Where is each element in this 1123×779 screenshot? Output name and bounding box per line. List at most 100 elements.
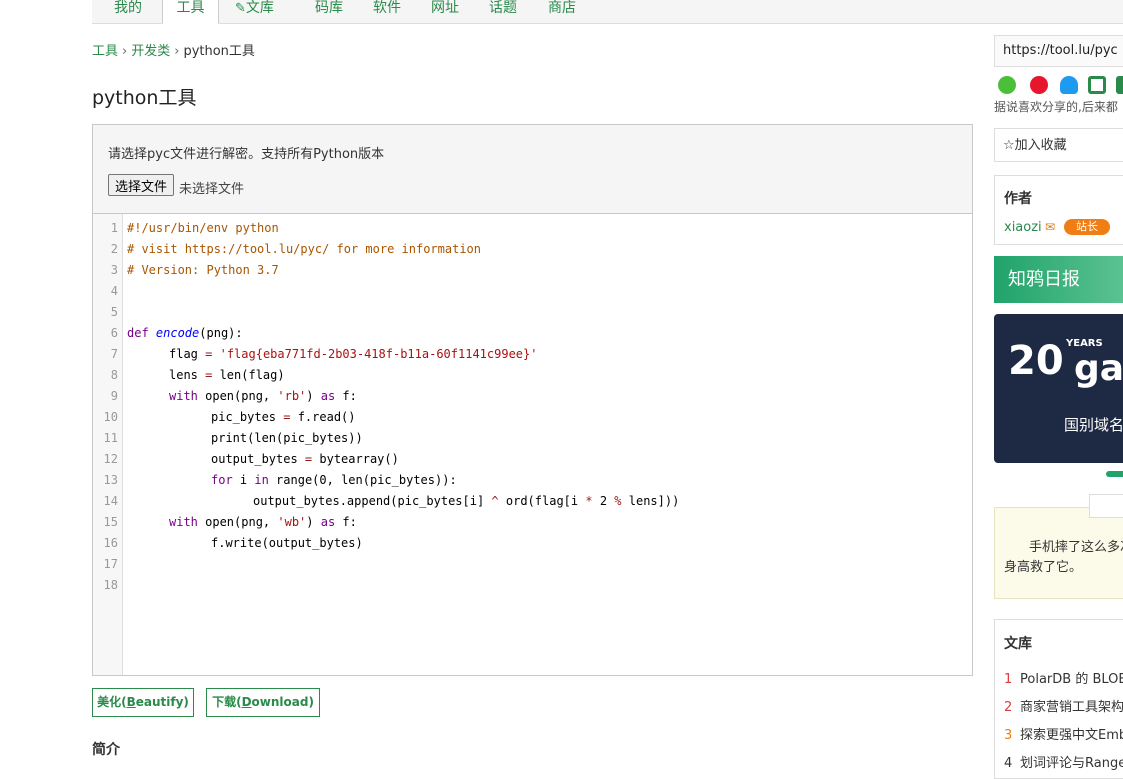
carousel-indicator[interactable]	[1106, 471, 1123, 477]
line-number: 4	[110, 284, 118, 298]
weibo-icon[interactable]	[1030, 76, 1048, 94]
library-item[interactable]: 3 探索更强中文Emb	[1004, 724, 1123, 743]
quote-line-1: 手机摔了这么多次	[1029, 540, 1123, 555]
code-line: with open(png, 'wb') as f:	[169, 512, 357, 533]
download-button[interactable]: 下载(Download)	[206, 688, 320, 717]
wechat-icon[interactable]	[998, 76, 1016, 94]
breadcrumb-tools[interactable]: 工具	[92, 44, 118, 59]
code-token: 'rb'	[277, 389, 307, 403]
library-item-number: 4	[1004, 756, 1013, 771]
ad-brand: ga	[1074, 348, 1123, 389]
code-token: print(len(pic_bytes))	[211, 431, 363, 445]
nav-item-sites[interactable]: 网址	[431, 0, 459, 23]
code-token: pic_bytes	[211, 410, 284, 424]
upload-hint: 请选择pyc文件进行解密。支持所有Python版本	[108, 147, 385, 162]
code-token: encode	[155, 326, 200, 340]
code-token: )	[306, 389, 321, 403]
author-name[interactable]: xiaozi	[1004, 220, 1042, 235]
code-token: (png):	[199, 326, 243, 340]
code-token: i	[239, 473, 255, 487]
code-line: print(len(pic_bytes))	[211, 428, 363, 449]
top-nav: 我的 工具 ✎文库 码库 软件 网址 话题 商店	[92, 0, 1123, 24]
line-number: 1	[110, 221, 118, 235]
library-heading: 文库	[1004, 636, 1032, 652]
code-token: f.read()	[290, 410, 356, 424]
code-line: with open(png, 'rb') as f:	[169, 386, 357, 407]
line-number: 2	[110, 242, 118, 256]
author-badge: 站长	[1064, 219, 1110, 235]
breadcrumb-separator: ›	[122, 44, 128, 59]
library-item[interactable]: 4 划词评论与Range	[1004, 752, 1123, 771]
favorite-label: 加入收藏	[1014, 138, 1067, 153]
url-field[interactable]: https://tool.lu/pyc	[994, 35, 1123, 67]
breadcrumb-separator: ›	[174, 44, 180, 59]
star-icon: ☆	[1003, 138, 1015, 153]
pen-icon: ✎	[235, 1, 246, 16]
code-line: for i in range(0, len(pic_bytes)):	[211, 470, 457, 491]
nav-item-tools[interactable]: 工具	[162, 0, 219, 24]
line-gutter: 1 2 3 4 5 6 7 8 9 10 11 12 13 14 15 16 17 18	[93, 214, 123, 675]
nav-item-topics[interactable]: 话题	[489, 0, 517, 23]
upload-header: 请选择pyc文件进行解密。支持所有Python版本 选择文件 未选择文件	[93, 125, 972, 214]
code-token: # visit https://tool.lu/pyc/ for more in…	[127, 242, 482, 256]
line-number: 7	[110, 347, 118, 361]
beautify-label: 美化(	[97, 695, 127, 709]
nav-item-library[interactable]: ✎文库	[235, 0, 274, 23]
intro-heading: 简介	[92, 742, 120, 758]
library-item[interactable]: 2 商家营销工具架构	[1004, 696, 1123, 715]
code-token: open(png,	[205, 389, 278, 403]
code-token: )	[306, 515, 321, 529]
share-icon[interactable]	[1116, 76, 1123, 94]
code-token: in	[254, 473, 277, 487]
daily-banner[interactable]: 知鸦日报	[994, 256, 1123, 303]
favorite-button[interactable]: ☆加入收藏	[994, 128, 1123, 162]
code-token: def	[127, 326, 156, 340]
line-number: 18	[103, 578, 118, 592]
nav-item-mine[interactable]: 我的	[114, 0, 142, 23]
code-token: lens	[169, 368, 206, 382]
nav-item-code[interactable]: 码库	[315, 0, 343, 23]
code-line: output_bytes = bytearray()	[211, 449, 399, 470]
code-token: 2	[592, 494, 615, 508]
code-token: ord(flag[i	[498, 494, 586, 508]
ad-text: 国别域名	[1064, 416, 1123, 434]
line-number: 8	[110, 368, 118, 382]
qq-icon[interactable]	[1060, 76, 1078, 94]
page-title: python工具	[92, 87, 197, 109]
quote-line-2: 身高救了它。	[1004, 560, 1083, 575]
nav-item-shop[interactable]: 商店	[548, 0, 576, 23]
line-number: 9	[110, 389, 118, 403]
line-number: 3	[110, 263, 118, 277]
line-number: 14	[103, 494, 118, 508]
choose-file-button[interactable]: 选择文件	[108, 174, 175, 196]
code-token: 'wb'	[277, 515, 307, 529]
download-label-rest: ownload)	[251, 695, 314, 709]
code-line: pic_bytes = f.read()	[211, 407, 356, 428]
code-token: f.write(output_bytes)	[211, 536, 363, 550]
ad-banner[interactable]: 20 YEARS ga 国别域名	[994, 314, 1123, 463]
code-token: output_bytes	[211, 452, 305, 466]
line-number: 11	[103, 431, 118, 445]
mail-icon[interactable]: ✉	[1045, 220, 1055, 234]
library-item[interactable]: 1 PolarDB 的 BLOB	[1004, 668, 1123, 687]
library-item-title: 探索更强中文Emb	[1020, 728, 1123, 743]
library-item-number: 1	[1004, 672, 1013, 687]
code-token: open(png,	[205, 515, 278, 529]
decompiler-panel: 请选择pyc文件进行解密。支持所有Python版本 选择文件 未选择文件 1 2 3…	[92, 124, 973, 676]
author-heading: 作者	[1004, 191, 1032, 207]
code-token: as	[320, 389, 336, 403]
nav-item-library-label: 文库	[245, 0, 274, 16]
qrcode-icon[interactable]	[1088, 76, 1106, 94]
beautify-button[interactable]: 美化(Beautify)	[92, 688, 194, 717]
code-token: f:	[335, 389, 357, 403]
nav-item-software[interactable]: 软件	[373, 0, 401, 23]
code-token: flag	[169, 347, 206, 361]
code-token: ^	[491, 494, 499, 508]
code-token: for	[211, 473, 240, 487]
code-token: # Version: Python 3.7	[127, 263, 279, 277]
breadcrumb-dev[interactable]: 开发类	[131, 44, 170, 59]
library-item-number: 3	[1004, 728, 1013, 743]
code-editor[interactable]: 1 2 3 4 5 6 7 8 9 10 11 12 13 14 15 16 17 18 #!/usr/bin/e…	[93, 214, 972, 675]
code-line: lens = len(flag)	[169, 365, 285, 386]
code-token: %	[614, 494, 622, 508]
